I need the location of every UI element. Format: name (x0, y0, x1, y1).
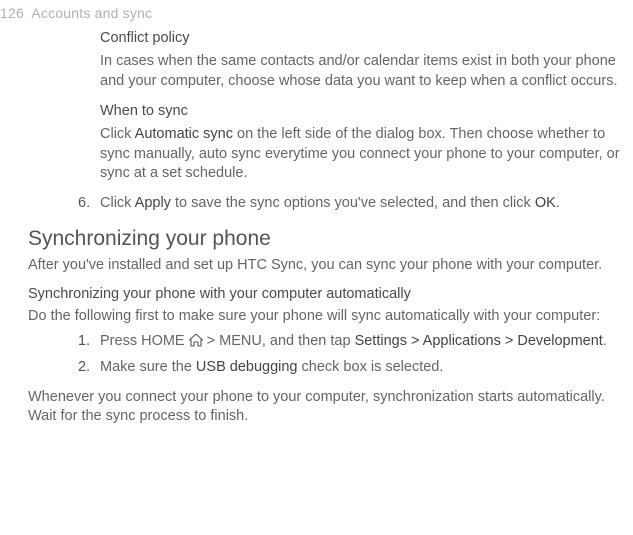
conflict-policy-block: Conflict policy In cases when the same c… (100, 29, 623, 92)
step-1-body: Press HOME > MENU, and then tap Settings… (100, 332, 623, 354)
sync-auto-lead: Do the following first to make sure your… (28, 307, 623, 327)
step-6-number: 6. (78, 194, 100, 214)
step-6-body: Click Apply to save the sync options you… (100, 194, 623, 214)
home-icon (189, 334, 203, 354)
sync-auto-subheading: Synchronizing your phone with your compu… (28, 285, 623, 305)
step-2-number: 2. (78, 358, 100, 378)
when-to-sync-body: Click Automatic sync on the left side of… (100, 125, 623, 184)
step6-bold1: Apply (135, 195, 171, 211)
page-header: 126 Accounts and sync (0, 0, 633, 29)
step6-suffix: . (556, 195, 560, 211)
sync-phone-lead: After you've installed and set up HTC Sy… (28, 256, 623, 276)
step6-bold2: OK (535, 195, 556, 211)
step-1-number: 1. (78, 332, 100, 354)
sync-phone-heading: Synchronizing your phone (28, 225, 623, 253)
when-to-sync-prefix: Click (100, 126, 135, 142)
when-to-sync-title: When to sync (100, 102, 623, 122)
step1-mid: > MENU, and then tap (203, 333, 355, 349)
step-2-body: Make sure the USB debugging check box is… (100, 358, 623, 378)
step6-prefix: Click (100, 195, 135, 211)
step1-bold: Settings > Applications > Development (355, 333, 603, 349)
step-2: 2. Make sure the USB debugging check box… (78, 358, 623, 378)
step1-suffix: . (603, 333, 607, 349)
when-to-sync-bold: Automatic sync (135, 126, 233, 142)
header-section: Accounts and sync (31, 5, 152, 21)
step6-mid: to save the sync options you've selected… (171, 195, 535, 211)
step1-prefix: Press HOME (100, 333, 189, 349)
step-6: 6. Click Apply to save the sync options … (78, 194, 623, 214)
when-to-sync-block: When to sync Click Automatic sync on the… (100, 102, 623, 184)
tail-paragraph: Whenever you connect your phone to your … (28, 388, 623, 427)
step2-bold: USB debugging (196, 359, 298, 375)
conflict-policy-title: Conflict policy (100, 29, 623, 49)
step2-prefix: Make sure the (100, 359, 196, 375)
page-number: 126 (0, 4, 28, 23)
step2-suffix: check box is selected. (298, 359, 444, 375)
conflict-policy-body: In cases when the same contacts and/or c… (100, 52, 623, 91)
page-content: Conflict policy In cases when the same c… (0, 29, 633, 427)
step-1: 1. Press HOME > MENU, and then tap Setti… (78, 332, 623, 354)
